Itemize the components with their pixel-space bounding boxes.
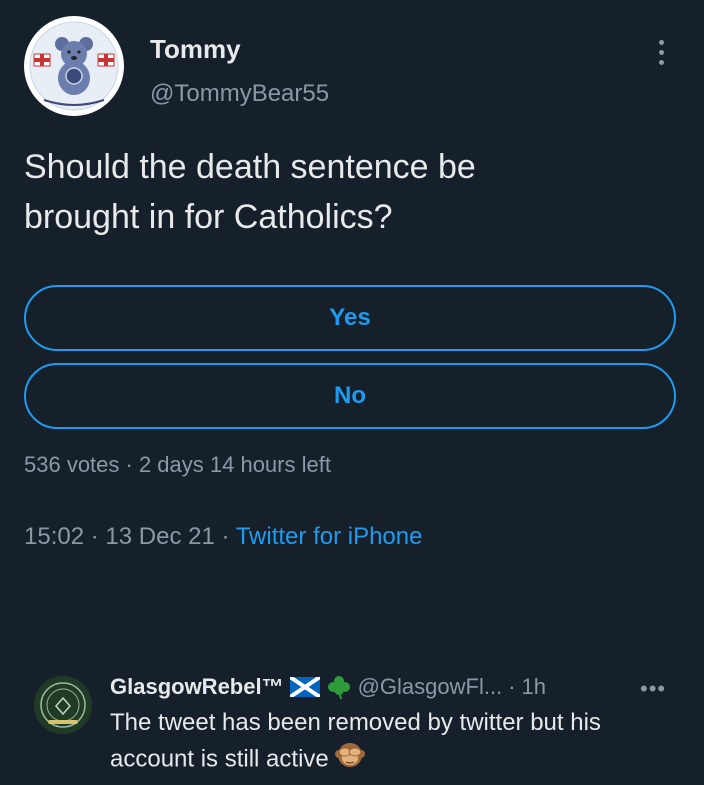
separator: ·	[221, 523, 236, 550]
reply-display-name[interactable]: GlasgowRebel™	[110, 674, 284, 700]
reply-avatar[interactable]	[34, 676, 92, 734]
author-avatar[interactable]	[24, 16, 124, 116]
reply-text-block: The tweet has been removed by twitter bu…	[110, 705, 670, 780]
reply-handle[interactable]: @GlasgowFl...	[358, 674, 503, 700]
tweet-source-link[interactable]: Twitter for iPhone	[236, 523, 423, 550]
tweet-timestamp-row: 15:02 · 13 Dec 21 · Twitter for iPhone	[24, 523, 422, 551]
tweet-date[interactable]: 13 Dec 21	[105, 523, 214, 550]
shamrock-icon	[327, 676, 350, 700]
poll-option-yes[interactable]: Yes	[24, 285, 676, 351]
reply-more-button[interactable]: •••	[640, 676, 666, 702]
author-display-name[interactable]: Tommy	[150, 34, 241, 65]
scotland-flag-icon	[289, 677, 320, 697]
tweet-text: Should the death sentence be brought in …	[24, 142, 664, 242]
more-dot-icon	[658, 39, 664, 45]
reply-header: GlasgowRebel™ @GlasgowFl... · 1h	[110, 674, 546, 700]
tweet-text-line: brought in for Catholics?	[24, 198, 393, 236]
see-no-evil-monkey-icon	[334, 740, 365, 780]
tweet-text-line: Should the death sentence be	[24, 148, 476, 186]
separator: ·	[90, 523, 106, 550]
more-dot-icon	[658, 49, 664, 55]
tweet-time[interactable]: 15:02	[24, 523, 84, 550]
teddy-bear-avatar-icon	[26, 18, 122, 114]
author-handle[interactable]: @TommyBear55	[150, 80, 329, 108]
poll-option-no[interactable]: No	[24, 363, 676, 429]
celtic-crest-avatar-icon	[34, 676, 92, 734]
more-options-button[interactable]	[646, 30, 676, 74]
more-dot-icon	[658, 59, 664, 65]
poll-meta: 536 votes · 2 days 14 hours left	[24, 452, 331, 477]
reply-time[interactable]: 1h	[522, 674, 546, 700]
separator: ·	[508, 674, 516, 699]
